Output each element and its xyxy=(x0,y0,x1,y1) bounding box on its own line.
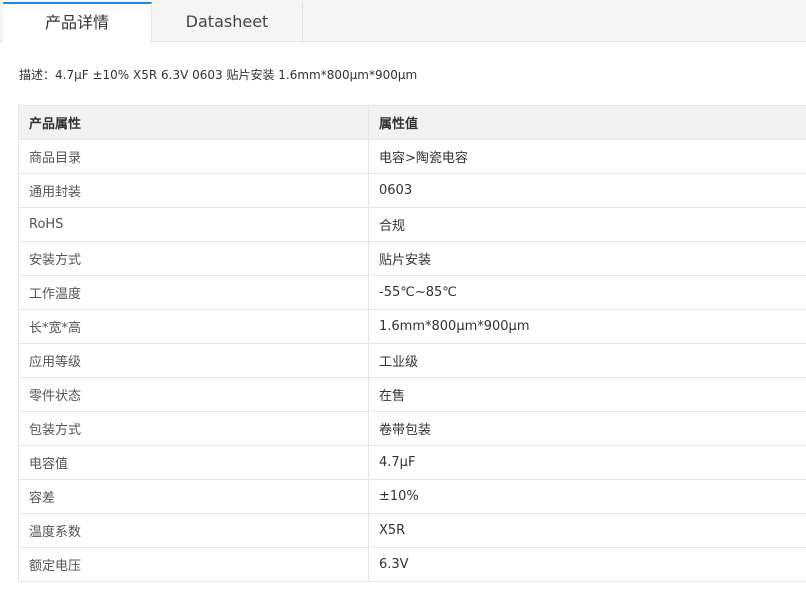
attribute-name: 通用封装 xyxy=(18,173,369,208)
attribute-value: 4.7μF xyxy=(368,445,806,480)
attribute-name: 安装方式 xyxy=(18,241,369,276)
attribute-name: 电容值 xyxy=(18,445,369,480)
attribute-value: X5R xyxy=(368,513,806,548)
attribute-value: 贴片安装 xyxy=(368,241,806,276)
attribute-name: 工作温度 xyxy=(18,275,369,310)
table-row: 包装方式 卷带包装 xyxy=(18,411,806,446)
table-row: 额定电压 6.3V xyxy=(18,547,806,582)
header-attribute-name: 产品属性 xyxy=(18,105,369,140)
tab-datasheet[interactable]: Datasheet xyxy=(152,2,303,43)
tab-bar: 产品详情 Datasheet xyxy=(0,0,806,43)
table-row: 工作温度 -55℃~85℃ xyxy=(18,275,806,310)
attribute-name: 包装方式 xyxy=(18,411,369,446)
table-header-row: 产品属性 属性值 xyxy=(18,105,806,140)
table-row: 温度系数 X5R xyxy=(18,513,806,548)
table-row: 电容值 4.7μF xyxy=(18,445,806,480)
tab-product-details[interactable]: 产品详情 xyxy=(3,2,152,43)
attribute-value: 在售 xyxy=(368,377,806,412)
attributes-table: 产品属性 属性值 商品目录 电容>陶瓷电容 通用封装 0603 RoHS 合规 … xyxy=(18,105,806,582)
attribute-value: 1.6mm*800μm*900μm xyxy=(368,309,806,344)
attribute-value: 0603 xyxy=(368,173,806,208)
attribute-name: 额定电压 xyxy=(18,547,369,582)
attribute-value: 6.3V xyxy=(368,547,806,582)
attribute-value: -55℃~85℃ xyxy=(368,275,806,310)
attribute-name: 容差 xyxy=(18,479,369,514)
attribute-name: 应用等级 xyxy=(18,343,369,378)
product-description: 描述：4.7μF ±10% X5R 6.3V 0603 贴片安装 1.6mm*8… xyxy=(19,67,417,83)
table-row: RoHS 合规 xyxy=(18,207,806,242)
header-attribute-value: 属性值 xyxy=(368,105,806,140)
table-row: 商品目录 电容>陶瓷电容 xyxy=(18,139,806,174)
attribute-value: 电容>陶瓷电容 xyxy=(368,139,806,174)
attribute-value: ±10% xyxy=(368,479,806,514)
table-row: 应用等级 工业级 xyxy=(18,343,806,378)
table-row: 容差 ±10% xyxy=(18,479,806,514)
table-row: 长*宽*高 1.6mm*800μm*900μm xyxy=(18,309,806,344)
table-row: 安装方式 贴片安装 xyxy=(18,241,806,276)
attribute-value: 工业级 xyxy=(368,343,806,378)
attribute-name: RoHS xyxy=(18,207,369,242)
attribute-name: 长*宽*高 xyxy=(18,309,369,344)
attribute-value: 卷带包装 xyxy=(368,411,806,446)
attribute-name: 温度系数 xyxy=(18,513,369,548)
table-row: 通用封装 0603 xyxy=(18,173,806,208)
description-label: 描述： xyxy=(19,68,56,82)
attribute-value: 合规 xyxy=(368,207,806,242)
attribute-name: 零件状态 xyxy=(18,377,369,412)
attribute-name: 商品目录 xyxy=(18,139,369,174)
table-row: 零件状态 在售 xyxy=(18,377,806,412)
description-text: 4.7μF ±10% X5R 6.3V 0603 贴片安装 1.6mm*800μ… xyxy=(55,68,418,82)
